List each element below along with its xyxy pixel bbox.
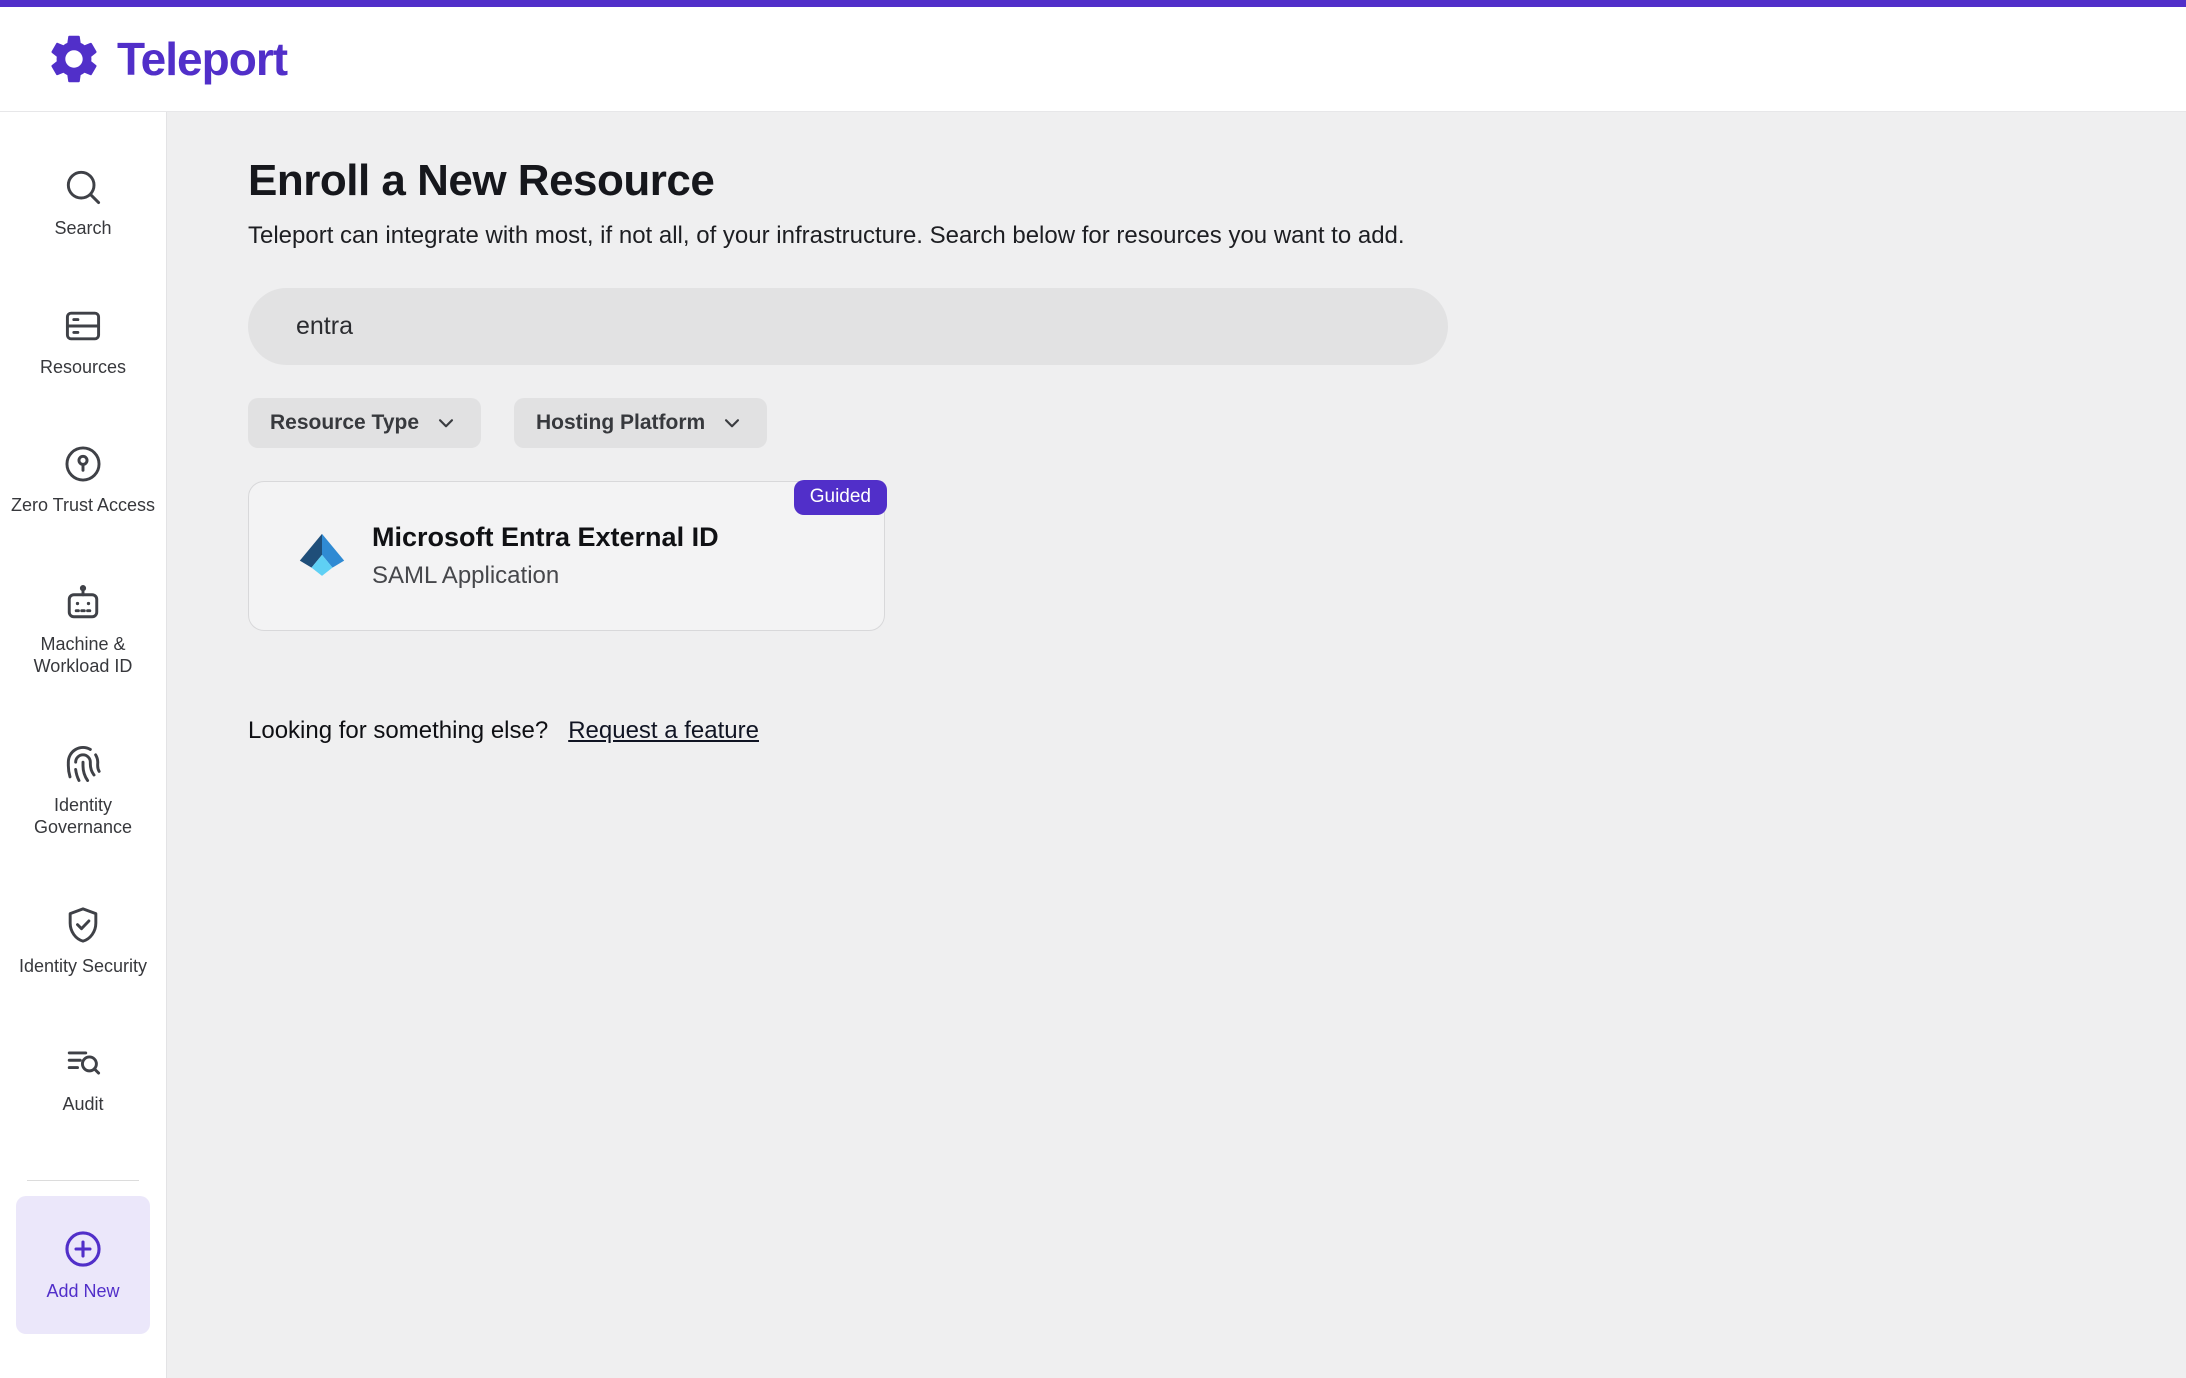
search-icon	[61, 165, 105, 209]
brand-wordmark: Teleport	[117, 32, 287, 86]
sidebar-item-search[interactable]: Search	[8, 165, 158, 240]
hosting-platform-filter-label: Hosting Platform	[536, 411, 705, 435]
sidebar-item-label: Machine & Workload ID	[8, 633, 158, 678]
lock-circle-icon	[61, 442, 105, 486]
list-search-icon	[61, 1041, 105, 1085]
resource-card-text: Microsoft Entra External ID SAML Applica…	[372, 522, 719, 590]
resource-card-microsoft-entra-external-id[interactable]: Guided Microsoft Entra External ID SAML …	[248, 481, 885, 631]
microsoft-entra-icon	[294, 528, 350, 584]
server-icon	[61, 304, 105, 348]
chevron-down-icon	[433, 410, 459, 436]
shield-check-icon	[61, 903, 105, 947]
filter-row: Resource Type Hosting Platform	[248, 398, 2126, 448]
teleport-logo[interactable]: Teleport	[45, 30, 287, 88]
sidebar-item-machine-workload-id[interactable]: Machine & Workload ID	[8, 581, 158, 678]
main-content: Enroll a New Resource Teleport can integ…	[167, 112, 2186, 1378]
sidebar-nav: Search Resources Zero Tru	[0, 112, 167, 1378]
plus-circle-icon	[61, 1227, 105, 1271]
resource-search-input[interactable]	[248, 288, 1448, 365]
sidebar-item-add-new[interactable]: Add New	[16, 1196, 150, 1334]
resource-card-title: Microsoft Entra External ID	[372, 522, 719, 553]
sidebar-item-identity-governance[interactable]: Identity Governance	[8, 742, 158, 839]
feature-request-prompt: Looking for something else?	[248, 717, 548, 745]
sidebar-item-zero-trust-access[interactable]: Zero Trust Access	[8, 442, 158, 517]
sidebar-item-identity-security[interactable]: Identity Security	[8, 903, 158, 978]
request-a-feature-link[interactable]: Request a feature	[568, 717, 759, 745]
resource-type-filter-label: Resource Type	[270, 411, 419, 435]
gear-logo-icon	[45, 30, 103, 88]
sidebar-item-label: Zero Trust Access	[11, 494, 155, 517]
add-new-label: Add New	[46, 1281, 119, 1302]
sidebar-item-label: Identity Governance	[8, 794, 158, 839]
fingerprint-icon	[61, 742, 105, 786]
page-subtitle: Teleport can integrate with most, if not…	[248, 222, 2126, 250]
robot-icon	[61, 581, 105, 625]
sidebar-item-resources[interactable]: Resources	[8, 304, 158, 379]
top-accent-bar	[0, 0, 2186, 7]
page-title: Enroll a New Resource	[248, 156, 2126, 206]
feature-request-row: Looking for something else? Request a fe…	[248, 717, 2126, 745]
sidebar-item-label: Identity Security	[19, 955, 147, 978]
app-header: Teleport	[0, 7, 2186, 112]
sidebar-item-label: Resources	[40, 356, 126, 379]
chevron-down-icon	[719, 410, 745, 436]
sidebar-divider	[27, 1180, 139, 1181]
guided-badge: Guided	[794, 480, 887, 515]
sidebar-item-label: Search	[54, 217, 111, 240]
resource-type-filter-button[interactable]: Resource Type	[248, 398, 481, 448]
resource-card-subtitle: SAML Application	[372, 562, 719, 590]
hosting-platform-filter-button[interactable]: Hosting Platform	[514, 398, 767, 448]
sidebar-item-audit[interactable]: Audit	[8, 1041, 158, 1116]
sidebar-item-label: Audit	[62, 1093, 103, 1116]
